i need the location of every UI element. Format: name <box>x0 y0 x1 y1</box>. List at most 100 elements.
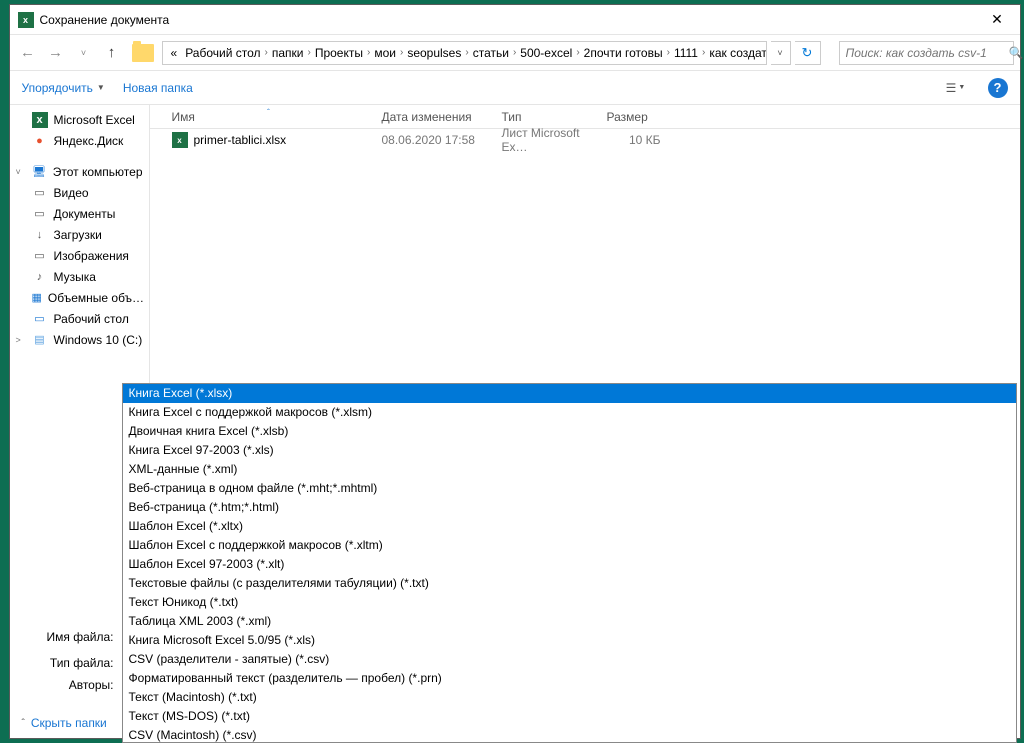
filetype-option[interactable]: XML-данные (*.xml) <box>123 460 1016 479</box>
filetype-option[interactable]: Веб-страница (*.htm;*.html) <box>123 498 1016 517</box>
filetype-option[interactable]: CSV (разделители - запятые) (*.csv) <box>123 650 1016 669</box>
sidebar-item[interactable]: ↓ Загрузки <box>10 224 149 245</box>
sidebar-item[interactable]: ● Яндекс.Диск <box>10 130 149 151</box>
sidebar-item-label: Microsoft Excel <box>54 113 135 127</box>
navigation-row: ← → ˅ ↑ «Рабочий стол›папки›Проекты›мои›… <box>10 35 1020 71</box>
sidebar-item-label: Загрузки <box>54 228 102 242</box>
file-name: primer-tablici.xlsx <box>194 133 287 147</box>
sidebar-item-label: Windows 10 (C:) <box>54 333 143 347</box>
sidebar-item-label: Этот компьютер <box>53 165 143 179</box>
sidebar-item-label: Рабочий стол <box>54 312 129 326</box>
refresh-button[interactable]: ↻ <box>795 41 821 65</box>
filetype-label: Тип файла: <box>22 656 122 670</box>
up-button[interactable]: ↑ <box>100 41 124 65</box>
sidebar-item-label: Видео <box>54 186 89 200</box>
breadcrumb-segment[interactable]: как создать csv-1 <box>705 46 766 60</box>
filetype-option[interactable]: Шаблон Excel 97-2003 (*.xlt) <box>123 555 1016 574</box>
file-type: Лист Microsoft Ex… <box>494 126 599 154</box>
sidebar-item-icon: ● <box>32 133 48 149</box>
filetype-option[interactable]: CSV (Macintosh) (*.csv) <box>123 726 1016 743</box>
sidebar-item[interactable]: ▦ Объемные объ… <box>10 287 149 308</box>
excel-icon <box>18 12 34 28</box>
filetype-option[interactable]: Текст (MS-DOS) (*.txt) <box>123 707 1016 726</box>
sidebar-item[interactable]: ▭ Видео <box>10 182 149 203</box>
sidebar-item-icon: ♪ <box>32 269 48 285</box>
window-title: Сохранение документа <box>40 13 975 27</box>
col-date[interactable]: Дата изменения <box>374 110 494 124</box>
sidebar-item-icon: ▤ <box>32 332 48 348</box>
chevron-up-icon: ˆ <box>22 718 25 729</box>
breadcrumb-segment[interactable]: папки <box>268 46 308 60</box>
sidebar-item[interactable]: ˅🖥Этот компьютер <box>10 161 149 182</box>
sidebar-item-icon: ▦ <box>32 290 42 306</box>
filetype-option[interactable]: Шаблон Excel (*.xltx) <box>123 517 1016 536</box>
sidebar-item-icon: ▭ <box>32 206 48 222</box>
filetype-option[interactable]: Веб-страница в одном файле (*.mht;*.mhtm… <box>123 479 1016 498</box>
search-box[interactable]: 🔍 <box>839 41 1014 65</box>
breadcrumb-segment[interactable]: 500-excel <box>516 46 576 60</box>
filetype-option[interactable]: Текст Юникод (*.txt) <box>123 593 1016 612</box>
view-options-button[interactable]: ☰ ▼ <box>942 77 970 99</box>
filetype-option[interactable]: Книга Excel с поддержкой макросов (*.xls… <box>123 403 1016 422</box>
forward-button: → <box>44 41 68 65</box>
sidebar-item-label: Изображения <box>54 249 129 263</box>
filetype-option[interactable]: Шаблон Excel с поддержкой макросов (*.xl… <box>123 536 1016 555</box>
breadcrumb-segment[interactable]: мои <box>370 46 400 60</box>
close-button[interactable]: ✕ <box>975 5 1020 34</box>
authors-label: Авторы: <box>22 678 122 692</box>
file-date: 08.06.2020 17:58 <box>374 133 494 147</box>
new-folder-button[interactable]: Новая папка <box>123 81 193 95</box>
recent-menu-button[interactable]: ˅ <box>72 41 96 65</box>
expand-icon[interactable]: > <box>16 335 21 345</box>
sidebar-item-label: Музыка <box>54 270 96 284</box>
search-input[interactable] <box>840 46 1009 60</box>
sidebar-item[interactable]: ♪ Музыка <box>10 266 149 287</box>
filetype-option[interactable]: Книга Excel (*.xlsx) <box>123 384 1016 403</box>
col-size[interactable]: Размер <box>599 110 669 124</box>
search-icon[interactable]: 🔍 <box>1009 46 1024 60</box>
filename-label: Имя файла: <box>22 630 122 644</box>
filetype-option[interactable]: Форматированный текст (разделитель — про… <box>123 669 1016 688</box>
sidebar-item-label: Объемные объ… <box>48 291 144 305</box>
breadcrumb-segment[interactable]: 2почти готовы <box>580 46 667 60</box>
filetype-dropdown[interactable]: Книга Excel (*.xlsx)Книга Excel с поддер… <box>122 383 1017 743</box>
breadcrumb-segment[interactable]: seopulses <box>403 46 465 60</box>
back-button[interactable]: ← <box>16 41 40 65</box>
breadcrumb-history-button[interactable]: ˅ <box>771 41 791 65</box>
filetype-option[interactable]: Текстовые файлы (с разделителями табуляц… <box>123 574 1016 593</box>
sidebar-item-icon: ▭ <box>32 248 48 264</box>
breadcrumb-segment[interactable]: статьи <box>469 46 513 60</box>
sidebar-item-icon: ▭ <box>32 311 48 327</box>
sidebar-item-icon: x <box>32 112 48 128</box>
sidebar-item-label: Яндекс.Диск <box>54 134 124 148</box>
breadcrumb-segment[interactable]: Рабочий стол <box>181 46 264 60</box>
sidebar-item-label: Документы <box>54 207 116 221</box>
filetype-option[interactable]: Таблица XML 2003 (*.xml) <box>123 612 1016 631</box>
filetype-option[interactable]: Двоичная книга Excel (*.xlsb) <box>123 422 1016 441</box>
sidebar-item[interactable]: ▭ Изображения <box>10 245 149 266</box>
col-name[interactable]: Имяˆ <box>164 110 374 124</box>
breadcrumb[interactable]: «Рабочий стол›папки›Проекты›мои›seopulse… <box>162 41 767 65</box>
filetype-option[interactable]: Текст (Macintosh) (*.txt) <box>123 688 1016 707</box>
folder-icon <box>132 44 154 62</box>
file-size: 10 КБ <box>599 133 669 147</box>
sidebar-item[interactable]: x Microsoft Excel <box>10 109 149 130</box>
save-dialog: Сохранение документа ✕ ← → ˅ ↑ «Рабочий … <box>9 4 1021 739</box>
breadcrumb-segment[interactable]: 1111 <box>670 46 702 60</box>
help-button[interactable]: ? <box>988 78 1008 98</box>
toolbar: Упорядочить ▼ Новая папка ☰ ▼ ? <box>10 71 1020 105</box>
sidebar-item-icon: ▭ <box>32 185 48 201</box>
breadcrumb-prefix: « <box>167 46 182 60</box>
excel-file-icon: x <box>172 132 188 148</box>
sidebar-item[interactable]: ▭ Рабочий стол <box>10 308 149 329</box>
sidebar-item-icon: ↓ <box>32 227 48 243</box>
col-type[interactable]: Тип <box>494 110 599 124</box>
filetype-option[interactable]: Книга Excel 97-2003 (*.xls) <box>123 441 1016 460</box>
expand-icon[interactable]: ˅ <box>16 167 21 177</box>
organize-button[interactable]: Упорядочить ▼ <box>22 81 105 95</box>
breadcrumb-segment[interactable]: Проекты <box>311 46 367 60</box>
sidebar-item[interactable]: > ▤ Windows 10 (C:) <box>10 329 149 350</box>
filetype-option[interactable]: Книга Microsoft Excel 5.0/95 (*.xls) <box>123 631 1016 650</box>
sidebar-item[interactable]: ▭ Документы <box>10 203 149 224</box>
file-row[interactable]: x primer-tablici.xlsx 08.06.2020 17:58Лист… <box>150 129 1020 151</box>
